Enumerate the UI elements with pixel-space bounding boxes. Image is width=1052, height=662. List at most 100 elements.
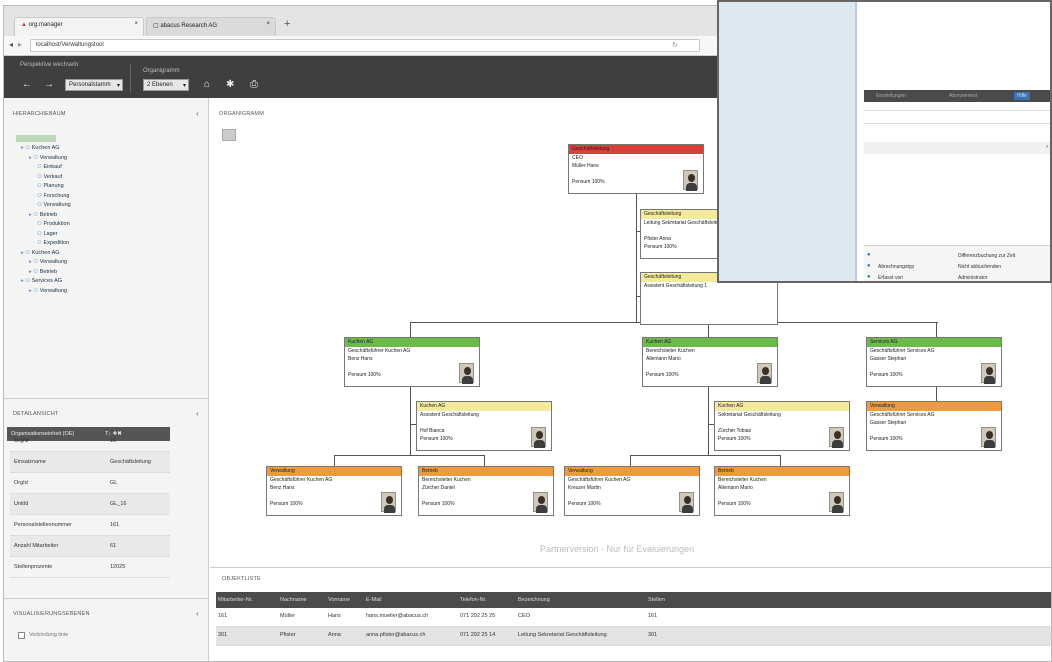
tree-item[interactable]: ▸ ⚇ Services AG xyxy=(17,277,71,287)
org-unit-icon: ▸ ⚇ xyxy=(29,154,40,161)
person-photo xyxy=(829,427,844,448)
org-node[interactable]: Betrieb Bereichsleiter Kuchen Zürcher Dani… xyxy=(418,466,554,516)
table-row[interactable]: 161 Müller Hans hans.mueller@abacus.ch 071 2… xyxy=(216,608,1051,627)
tree-item[interactable]: ▸ ⚇ Verwaltung xyxy=(17,154,71,164)
app-icon: ▲ xyxy=(21,22,29,28)
tree-item[interactable]: ▸ ⚇ Kuchen AG xyxy=(17,249,71,259)
tree-item-label: Betrieb xyxy=(39,268,58,275)
zoom-button[interactable] xyxy=(222,129,236,141)
org-node-text: Pensum 100% xyxy=(870,436,903,442)
detail-value: 12025 xyxy=(110,564,126,570)
person-photo xyxy=(381,492,396,513)
tree-item[interactable]: ▸ ⚇ Betrieb xyxy=(17,268,71,278)
connector-line xyxy=(410,387,411,455)
column-header[interactable]: Bezeichnung xyxy=(518,597,550,603)
column-header[interactable]: Telefon-Nr. xyxy=(460,597,487,603)
back-icon[interactable]: ◂ xyxy=(9,40,13,49)
tree-item-label: Produktion xyxy=(43,221,70,227)
table-row[interactable]: 301 Pfister Anna anna.pfister@abacus.ch 071 … xyxy=(216,627,1051,646)
tree-item[interactable]: ▸ ⚇ Verwaltung xyxy=(17,258,71,268)
tree-item-label: Verwaltung xyxy=(39,259,67,265)
column-header[interactable]: Stellen xyxy=(648,597,665,603)
detail-row[interactable]: OrgNr 16 xyxy=(10,431,170,452)
overlay-tab[interactable]: Abonnement xyxy=(949,93,977,99)
org-node[interactable]: Kuchen AG Sekretariat Geschäftsleitung Zü… xyxy=(714,401,850,451)
connector-line xyxy=(780,455,781,466)
detail-value: 161 xyxy=(110,522,120,528)
tree-item[interactable]: ▸ ⚇ Verwaltung xyxy=(17,287,71,297)
tree-item[interactable]: ▸ ⚇ Kuchen AG xyxy=(17,144,71,154)
org-node[interactable]: Kuchen AG Bereichsleiter Kuchen Allemann M… xyxy=(642,337,778,387)
settings-icon[interactable]: ✱ xyxy=(226,80,234,90)
tab-org-manager[interactable]: ▲ org.manager × xyxy=(14,17,144,36)
new-tab-icon[interactable]: + xyxy=(284,18,290,30)
org-node-text xyxy=(345,363,459,371)
collapse-icon[interactable]: ‹ xyxy=(196,609,199,618)
table-cell: 301 xyxy=(218,632,228,638)
org-node-text: Gasser Stephan xyxy=(870,420,907,426)
tree-item-label: Verkauf xyxy=(43,173,63,180)
tree-item-label: Einkauf xyxy=(43,164,62,170)
org-node[interactable]: Verwaltung Geschäftsführer Kuchen AG Benz … xyxy=(266,466,402,516)
detail-row[interactable]: Personalstellennummer 161 xyxy=(10,515,170,536)
level-value: 2 Ebenen xyxy=(147,82,173,88)
tab-abacus[interactable]: ▢ abacus Research AG × xyxy=(146,17,276,36)
detail-row[interactable]: Anzahl Mitarbeiter 61 xyxy=(10,536,170,557)
org-unit-icon: ▸ ⚇ xyxy=(29,268,40,275)
visual-checkbox[interactable] xyxy=(18,632,25,639)
url-input[interactable]: localhost/Verwaltungstool xyxy=(30,39,700,52)
tree-item[interactable]: ⚇ Produktion xyxy=(17,220,71,230)
close-icon[interactable]: × xyxy=(266,21,270,27)
level-select[interactable]: 2 Ebenen ▾ xyxy=(143,79,189,91)
close-icon[interactable]: × xyxy=(134,21,138,27)
forward-icon[interactable]: ▸ xyxy=(18,40,22,49)
org-unit-icon: ▸ ⚇ xyxy=(21,278,32,284)
chevron-down-icon: ▾ xyxy=(182,83,186,89)
connector-line xyxy=(484,455,485,466)
person-photo xyxy=(531,427,546,448)
level-label: Organigramm xyxy=(143,68,180,74)
column-header[interactable]: E-Mail xyxy=(366,597,382,603)
home-icon[interactable]: ⌂ xyxy=(204,80,210,90)
org-node[interactable]: Kuchen AG Geschäftsführer Kuchen AG Benz H… xyxy=(344,337,480,387)
overlay-row[interactable]: › xyxy=(864,142,1050,154)
detail-row[interactable]: Stellenprozente 12025 xyxy=(10,557,170,578)
tree-item[interactable]: ⚇ Verkauf xyxy=(17,173,71,183)
tree-item[interactable]: ⚇ Einkauf xyxy=(17,163,71,173)
tree-item-label: Expedition xyxy=(43,240,70,246)
org-node[interactable]: Services AG Geschäftsführer Services AG Ga… xyxy=(866,337,1002,387)
collapse-icon[interactable]: ‹ xyxy=(196,409,199,418)
org-node-text: Bereichsleiter Kuchen xyxy=(422,477,471,483)
detail-key: OrgNr xyxy=(14,438,29,444)
tree-item[interactable]: ▸ ⚇ Betrieb xyxy=(17,211,71,221)
tree-item[interactable]: ⚇ Verwaltung xyxy=(17,201,71,211)
detail-row[interactable]: OrgId GL xyxy=(10,473,170,494)
org-node[interactable]: Betrieb Bereichsleiter Kuchen Allemann Mar… xyxy=(714,466,850,516)
arrow-right-icon[interactable]: → xyxy=(44,80,54,90)
org-node-header: Verwaltung xyxy=(867,402,1001,411)
tree-item-label: Planung xyxy=(43,183,64,189)
column-header[interactable]: Nachname xyxy=(280,597,307,603)
detail-row[interactable]: Einsatzname Geschäftsleitung xyxy=(10,452,170,473)
tree-item[interactable]: ⚇ Lager xyxy=(17,230,71,240)
column-header[interactable]: Vorname xyxy=(328,597,350,603)
org-node-text: Hof Bianca xyxy=(420,428,445,434)
org-node-text: Pensum 100% xyxy=(420,436,453,442)
org-node[interactable]: Verwaltung Geschäftsführer Services AG Gas… xyxy=(866,401,1002,451)
perspective-select[interactable]: Personalstamm ▾ xyxy=(65,79,123,91)
reload-icon[interactable]: ↻ xyxy=(672,41,678,49)
overlay-tab[interactable]: Einstellungen xyxy=(876,93,906,99)
column-header[interactable]: Mitarbeiter-Nr. xyxy=(218,597,253,603)
org-node[interactable]: Verwaltung Geschäftsführer Kuchen AG Kreuz… xyxy=(564,466,700,516)
print-icon[interactable]: ⎙ xyxy=(250,80,258,90)
org-node[interactable]: Geschäftsleitung CEO Müller Hans Pensum 10… xyxy=(568,144,704,194)
detail-row[interactable]: UnitId GL_16 xyxy=(10,494,170,515)
tree-item[interactable]: ⚇ Planung xyxy=(17,182,71,192)
overlay-tab[interactable]: Hilfe xyxy=(1014,92,1031,100)
tree-item[interactable]: ⚇ Expedition xyxy=(17,239,71,249)
collapse-icon[interactable]: ‹ xyxy=(196,109,199,118)
arrow-left-icon[interactable]: ← xyxy=(22,80,32,90)
table-cell: 301 xyxy=(648,632,658,638)
org-node[interactable]: Kuchen AG Assistent Geschäftsleitung Hof … xyxy=(416,401,552,451)
tree-item[interactable]: ⚇ Forschung xyxy=(17,192,71,202)
